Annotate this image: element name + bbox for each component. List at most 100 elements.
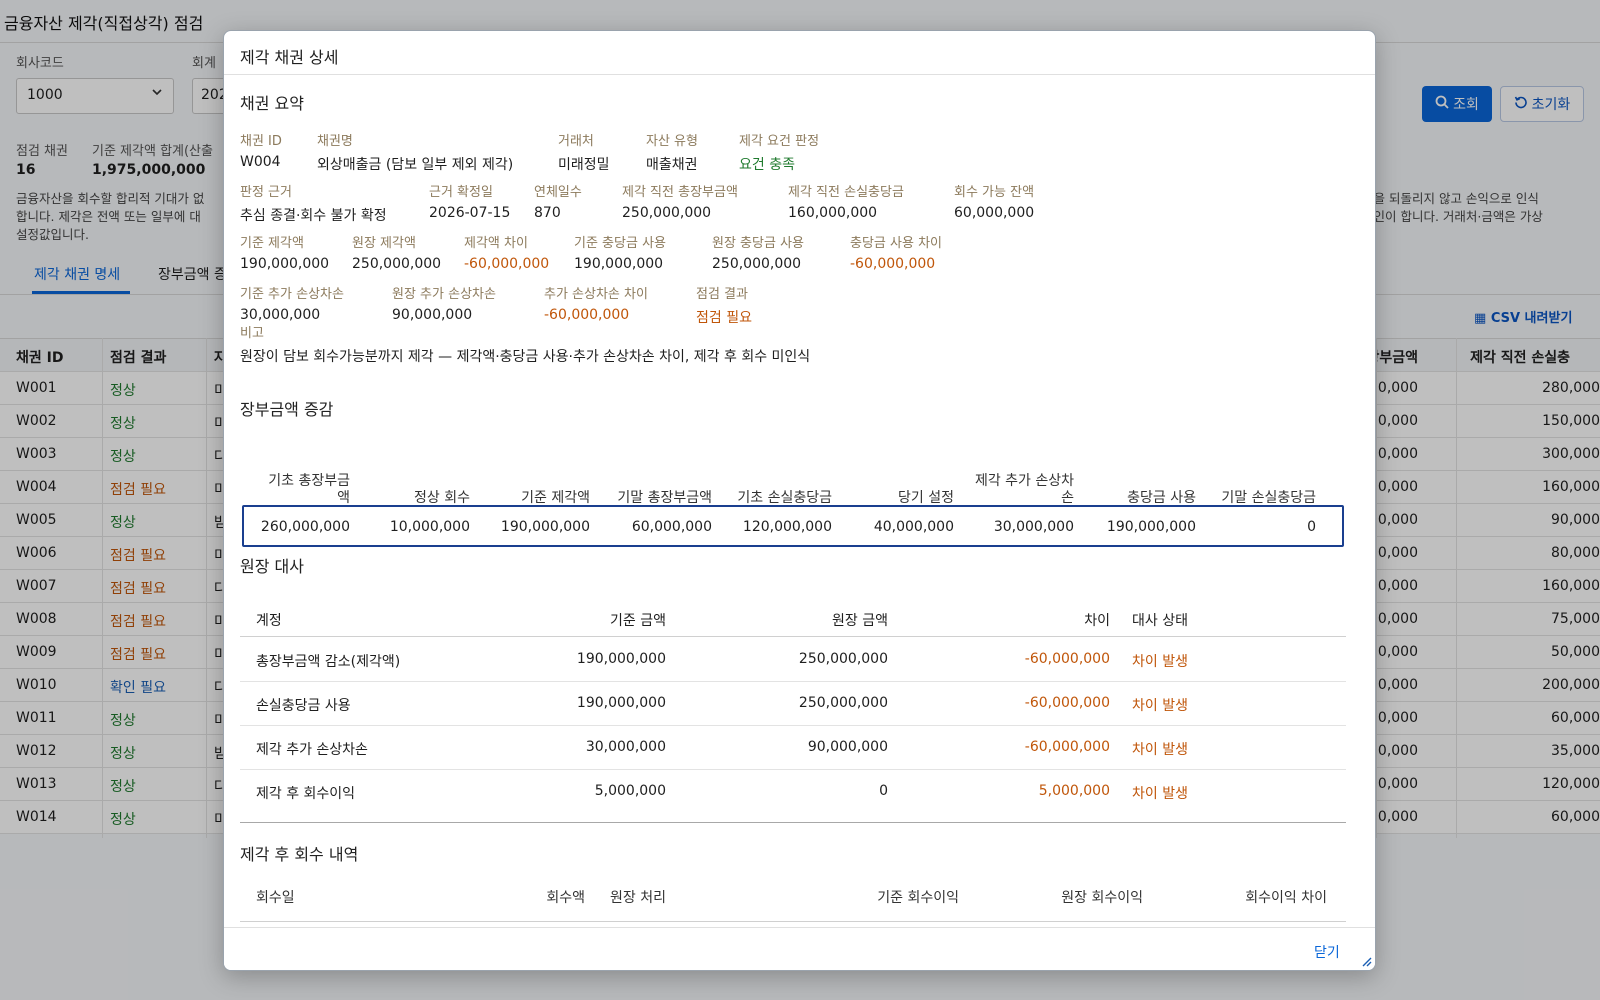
field-label: 비고 <box>240 326 264 341</box>
field-value: 90,000,000 <box>392 307 473 323</box>
table-row[interactable]: 제각 추가 손상차손 30,000,000 90,000,000 -60,000,00… <box>240 726 1346 770</box>
table-cell: 차이 발생 <box>1132 654 1188 670</box>
column-header: 제각 추가 손상차 손 <box>974 473 1074 506</box>
table-cell: 260,000,000 <box>260 519 350 535</box>
field-label: 기준 추가 손상차손 <box>240 287 344 302</box>
column-header: 계정 <box>256 613 282 629</box>
column-header: 원장 금액 <box>832 613 888 629</box>
modal-footer <box>224 928 1375 970</box>
field-value: 60,000,000 <box>954 205 1035 221</box>
field-value: 요건 충족 <box>739 157 795 173</box>
field-recoverable: 회수 가능 잔액 60,000,000 <box>954 181 1034 221</box>
field-value: W004 <box>240 154 281 170</box>
table-cell: 0 <box>879 783 888 799</box>
field-basis: 판정 근거 추심 종결·회수 불가 확정 <box>240 181 387 225</box>
table-cell: 10,000,000 <box>389 519 470 535</box>
column-header: 원장 처리 <box>610 890 666 906</box>
field-label: 자산 유형 <box>646 134 698 149</box>
field-bond-id: 채권 ID W004 <box>240 130 282 170</box>
table-cell: 250,000,000 <box>798 651 888 667</box>
field-label: 제각 요건 판정 <box>739 134 820 149</box>
column-header: 기초 총장부금 액 <box>268 473 350 506</box>
field-label: 충당금 사용 차이 <box>850 236 942 251</box>
table-cell: 250,000,000 <box>798 695 888 711</box>
field-pre-gross: 제각 직전 총장부금액 250,000,000 <box>622 181 738 221</box>
field-label: 원장 충당금 사용 <box>712 236 804 251</box>
field-allow-use-diff: 충당금 사용 차이 -60,000,000 <box>850 232 942 272</box>
recon-section-title: 원장 대사 <box>240 557 304 576</box>
field-basis-date: 근거 확정일 2026-07-15 <box>429 181 510 221</box>
field-label: 연체일수 <box>534 185 582 200</box>
field-label: 추가 손상차손 차이 <box>544 287 648 302</box>
field-value: 190,000,000 <box>240 256 330 272</box>
column-header: 원장 회수이익 <box>1061 890 1143 906</box>
divider <box>240 921 1346 922</box>
field-label: 채권명 <box>317 134 353 149</box>
field-value: 매출채권 <box>646 157 698 173</box>
field-label: 판정 근거 <box>240 185 292 200</box>
balance-table-row[interactable]: 260,000,000 10,000,000 190,000,000 60,000,0… <box>242 505 1344 547</box>
table-cell: 60,000,000 <box>631 519 712 535</box>
field-label: 원장 제각액 <box>352 236 416 251</box>
field-bond-name: 채권명 외상매출금 (담보 일부 제외 제각) <box>317 130 513 174</box>
field-label: 원장 추가 손상차손 <box>392 287 496 302</box>
table-cell: -60,000,000 <box>1024 695 1110 711</box>
table-cell: 0 <box>1307 519 1316 535</box>
field-value: 2026-07-15 <box>429 205 511 221</box>
field-base-add-loss: 기준 추가 손상차손 30,000,000 <box>240 283 344 323</box>
field-value: 30,000,000 <box>240 307 321 323</box>
table-cell: 190,000,000 <box>500 519 590 535</box>
field-check-result: 점검 결과 점검 필요 <box>696 283 752 327</box>
table-cell: 손실충당금 사용 <box>256 698 351 714</box>
field-counterparty: 거래처 미래정밀 <box>558 130 610 174</box>
field-label: 점검 결과 <box>696 287 748 302</box>
column-header: 차이 <box>1084 613 1110 629</box>
table-row[interactable]: 총장부금액 감소(제각액) 190,000,000 250,000,000 -60,0… <box>240 638 1346 682</box>
table-cell: 30,000,000 <box>585 739 666 755</box>
resize-handle-icon[interactable] <box>1360 955 1372 967</box>
field-label: 회수 가능 잔액 <box>954 185 1035 200</box>
field-asset-type: 자산 유형 매출채권 <box>646 130 698 174</box>
field-value: 250,000,000 <box>712 256 802 272</box>
table-cell: 5,000,000 <box>1038 783 1110 799</box>
table-cell: 190,000,000 <box>1106 519 1196 535</box>
table-cell: 30,000,000 <box>993 519 1074 535</box>
after-recovery-section-title: 제각 후 회수 내역 <box>240 845 359 864</box>
field-value: 추심 종결·회수 불가 확정 <box>240 208 387 224</box>
table-row[interactable]: 손실충당금 사용 190,000,000 250,000,000 -60,000,00… <box>240 682 1346 726</box>
field-value: -60,000,000 <box>544 307 630 323</box>
field-note: 비고 원장이 담보 회수가능분까지 제각 — 제각액·충당금 사용·추가 손상차… <box>240 322 810 366</box>
divider <box>224 74 1375 75</box>
table-cell: -60,000,000 <box>1024 651 1110 667</box>
field-label: 기준 제각액 <box>240 236 304 251</box>
table-cell: 차이 발생 <box>1132 698 1188 714</box>
divider <box>224 927 1375 928</box>
field-value: 원장이 담보 회수가능분까지 제각 — 제각액·충당금 사용·추가 손상차손 차… <box>240 349 811 365</box>
field-pre-allowance: 제각 직전 손실충당금 160,000,000 <box>788 181 904 221</box>
field-add-loss-diff: 추가 손상차손 차이 -60,000,000 <box>544 283 648 323</box>
table-row[interactable]: 제각 후 회수이익 5,000,000 0 5,000,000 차이 발생 <box>240 770 1346 814</box>
table-cell: 제각 후 회수이익 <box>256 786 356 802</box>
field-base-writeoff: 기준 제각액 190,000,000 <box>240 232 329 272</box>
balance-section-title: 장부금액 증감 <box>240 400 334 419</box>
field-value: 250,000,000 <box>622 205 712 221</box>
bond-detail-modal: 제각 채권 상세 채권 요약 채권 ID W004 채권명 외상매출금 (담보 … <box>223 30 1376 971</box>
modal-title: 제각 채권 상세 <box>240 48 339 67</box>
table-cell: 190,000,000 <box>576 651 666 667</box>
table-cell: 차이 발생 <box>1132 742 1188 758</box>
column-header: 기준 회수이익 <box>877 890 959 906</box>
close-button[interactable]: 닫기 <box>1314 942 1340 962</box>
field-value: -60,000,000 <box>850 256 936 272</box>
field-value: 160,000,000 <box>788 205 878 221</box>
field-value: -60,000,000 <box>464 256 550 272</box>
field-overdue-days: 연체일수 870 <box>534 181 582 221</box>
table-cell: 90,000,000 <box>807 739 888 755</box>
field-label: 제각 직전 총장부금액 <box>622 185 738 200</box>
field-ledger-writeoff: 원장 제각액 250,000,000 <box>352 232 441 272</box>
field-label: 채권 ID <box>240 134 282 149</box>
table-cell: 차이 발생 <box>1132 786 1188 802</box>
field-value: 250,000,000 <box>352 256 442 272</box>
table-cell: 총장부금액 감소(제각액) <box>256 654 401 670</box>
field-value: 870 <box>534 205 561 221</box>
field-writeoff-diff: 제각액 차이 -60,000,000 <box>464 232 549 272</box>
